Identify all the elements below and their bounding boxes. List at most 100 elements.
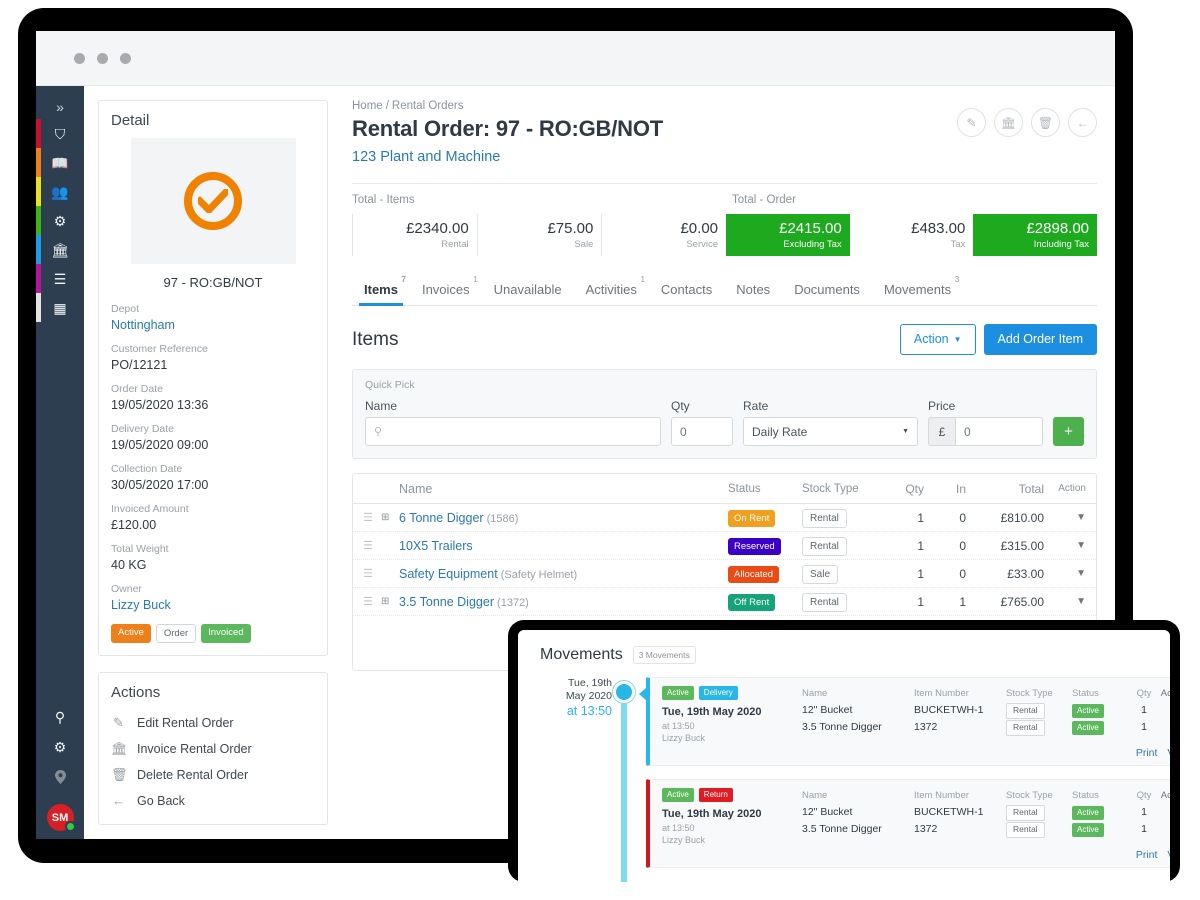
- table-row[interactable]: ☰10X5 TrailersReservedRental10£315.00▼: [353, 532, 1096, 560]
- detail-card: Detail 97 - RO:GB/NOT DepotNottinghamCus…: [98, 100, 328, 656]
- movement-line-chevron[interactable]: ▼: [1158, 702, 1170, 719]
- table-row[interactable]: ☰⊞3.5 Tonne Digger (1372)Off RentRental1…: [353, 588, 1096, 616]
- tab-documents[interactable]: Documents: [782, 276, 872, 305]
- window-minimize-dot[interactable]: [97, 53, 108, 64]
- action-delete-rental-order[interactable]: 🗑Delete Rental Order: [111, 762, 315, 788]
- movement-line-chevron[interactable]: ▼: [1158, 804, 1170, 821]
- totals-labels: Total - Items Total - Order: [352, 194, 1097, 209]
- bank-button[interactable]: 🏛: [994, 108, 1023, 137]
- avatar[interactable]: SM: [47, 804, 74, 831]
- tab-badge: 7: [402, 275, 406, 284]
- item-name-link[interactable]: 10X5 Trailers: [399, 539, 728, 553]
- tab-movements[interactable]: Movements3: [872, 276, 963, 305]
- movement-line-chevron[interactable]: ▼: [1158, 719, 1170, 736]
- mov-col-status: Status: [1072, 788, 1130, 804]
- stock-type-badge: Rental: [1006, 805, 1045, 821]
- detail-field-value[interactable]: Nottingham: [111, 317, 315, 334]
- quick-pick-add-button[interactable]: +: [1053, 417, 1084, 446]
- tab-unavailable[interactable]: Unavailable: [482, 276, 574, 305]
- drag-handle-icon[interactable]: ☰: [363, 567, 381, 580]
- book-icon: 📖: [51, 156, 68, 170]
- sidebar-item-6[interactable]: ▦: [36, 293, 84, 322]
- quick-pick-rate-select[interactable]: Daily Rate ▼: [743, 417, 918, 446]
- movement-line-chevron[interactable]: ▼: [1158, 821, 1170, 838]
- detail-field-label: Customer Reference: [111, 342, 315, 357]
- mov-col-name: Name: [802, 788, 914, 804]
- stock-type-badge: Sale: [802, 565, 838, 584]
- expand-icon[interactable]: ⊞: [381, 512, 399, 523]
- sidebar-item-3[interactable]: ⚙: [36, 206, 84, 235]
- quick-pick-name-input[interactable]: ⚲: [365, 417, 661, 446]
- arrow-left-button[interactable]: ←: [1068, 108, 1097, 137]
- totals-items-label: Total - Items: [352, 194, 732, 209]
- col-total: Total: [966, 482, 1044, 496]
- detail-fields: DepotNottinghamCustomer ReferencePO/1212…: [99, 302, 327, 622]
- row-action-chevron[interactable]: ▼: [1044, 568, 1086, 579]
- tab-label: Movements: [884, 282, 951, 297]
- item-name-link[interactable]: 6 Tonne Digger (1586): [399, 511, 728, 525]
- sidebar-item-2[interactable]: 👥: [36, 177, 84, 206]
- row-action-chevron[interactable]: ▼: [1044, 596, 1086, 607]
- sidebar-item-5[interactable]: ☰: [36, 264, 84, 293]
- drag-handle-icon[interactable]: ☰: [363, 595, 381, 608]
- view-link[interactable]: View: [1167, 849, 1170, 861]
- window-maximize-dot[interactable]: [120, 53, 131, 64]
- add-order-item-button[interactable]: Add Order Item: [984, 324, 1097, 355]
- table-row[interactable]: ☰Safety Equipment (Safety Helmet)Allocat…: [353, 560, 1096, 588]
- tab-notes[interactable]: Notes: [724, 276, 782, 305]
- sidebar-item-1[interactable]: 📖: [36, 148, 84, 177]
- quick-pick-qty-input[interactable]: 0: [671, 417, 733, 446]
- action-dropdown-button[interactable]: Action▼: [900, 324, 976, 355]
- item-name-link[interactable]: 3.5 Tonne Digger (1372): [399, 595, 728, 609]
- total-caption: Sale: [486, 238, 594, 251]
- movement-user: Lizzy Buck: [662, 834, 802, 846]
- bank-icon: 🏛: [111, 741, 126, 757]
- drag-handle-icon[interactable]: ☰: [363, 539, 381, 552]
- col-name: Name: [399, 482, 728, 496]
- table-row[interactable]: ☰⊞6 Tonne Digger (1586)On RentRental10£8…: [353, 504, 1096, 532]
- mov-col-item-number: Item Number: [914, 788, 1006, 804]
- total-amount: £0.00: [610, 220, 718, 238]
- trash-button[interactable]: 🗑: [1031, 108, 1060, 137]
- quick-pick-panel: Quick Pick Name ⚲ Q: [352, 369, 1097, 459]
- movement-line-row[interactable]: 3.5 Tonne Digger1372RentalActive1▼: [802, 719, 1170, 736]
- expand-icon[interactable]: ⊞: [381, 596, 399, 607]
- window-close-dot[interactable]: [74, 53, 85, 64]
- item-name-link[interactable]: Safety Equipment (Safety Helmet): [399, 567, 728, 581]
- row-action-chevron[interactable]: ▼: [1044, 540, 1086, 551]
- item-stock-type: Sale: [802, 564, 882, 584]
- tab-items[interactable]: Items7: [352, 276, 410, 305]
- view-link[interactable]: View: [1167, 747, 1170, 759]
- location-pin-icon[interactable]: [55, 770, 66, 786]
- action-go-back[interactable]: ←Go Back: [111, 788, 315, 813]
- stock-type-badge: Rental: [1006, 720, 1045, 736]
- movement-line-number: 1372: [914, 821, 1006, 838]
- tab-invoices[interactable]: Invoices1: [410, 276, 482, 305]
- detail-field-label: Total Weight: [111, 542, 315, 557]
- tab-contacts[interactable]: Contacts: [649, 276, 724, 305]
- action-edit-rental-order[interactable]: ✎Edit Rental Order: [111, 710, 315, 736]
- print-link[interactable]: Print: [1136, 747, 1158, 759]
- gear-icon[interactable]: ⚙: [54, 740, 67, 754]
- movement-line-row[interactable]: 12" BucketBUCKETWH-1RentalActive1▼: [802, 804, 1170, 821]
- item-stock-type: Rental: [802, 508, 882, 528]
- movement-badge: Active: [662, 686, 694, 700]
- row-action-chevron[interactable]: ▼: [1044, 512, 1086, 523]
- pencil-button[interactable]: ✎: [957, 108, 986, 137]
- breadcrumb-rental-orders[interactable]: Rental Orders: [392, 100, 464, 112]
- print-link[interactable]: Print: [1136, 849, 1158, 861]
- tab-activities[interactable]: Activities1: [574, 276, 649, 305]
- movement-line-row[interactable]: 3.5 Tonne Digger1372RentalActive1▼: [802, 821, 1170, 838]
- movement-line-row[interactable]: 12" BucketBUCKETWH-1RentalActive1▼: [802, 702, 1170, 719]
- search-icon[interactable]: ⚲: [55, 710, 65, 724]
- detail-field-value[interactable]: Lizzy Buck: [111, 597, 315, 614]
- sidebar-item-0[interactable]: ⛉: [36, 119, 84, 148]
- detail-field-label: Invoiced Amount: [111, 502, 315, 517]
- drag-handle-icon[interactable]: ☰: [363, 511, 381, 524]
- action-invoice-rental-order[interactable]: 🏛Invoice Rental Order: [111, 736, 315, 762]
- breadcrumb-home[interactable]: Home: [352, 100, 383, 112]
- sidebar-collapse-icon[interactable]: »: [36, 95, 84, 119]
- quick-pick-price-input[interactable]: 0: [955, 417, 1043, 446]
- sidebar-item-4[interactable]: 🏛: [36, 235, 84, 264]
- customer-link[interactable]: 123 Plant and Machine: [352, 142, 1097, 165]
